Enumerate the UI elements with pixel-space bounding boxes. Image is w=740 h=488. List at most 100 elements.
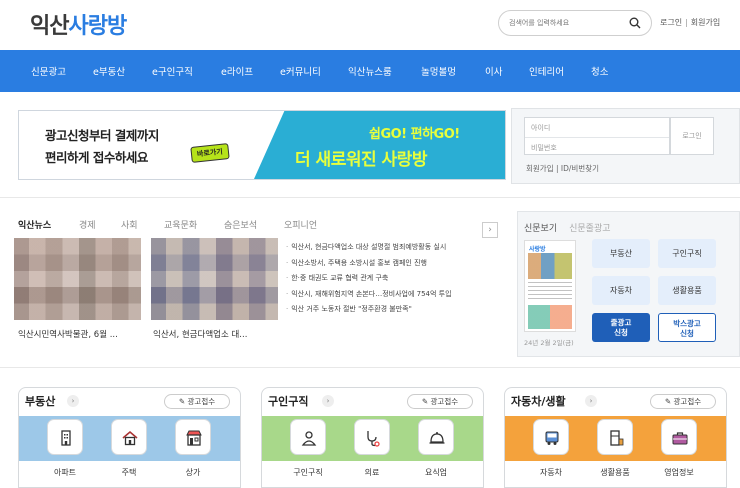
- logo-text-1: 익산: [30, 14, 69, 39]
- person-icon[interactable]: [290, 419, 326, 455]
- news-tabs: 익산뉴스 경제 사회 교육문화 숨은보석 오피니언: [18, 218, 498, 232]
- tab-line-ads[interactable]: 신문줄광고: [569, 224, 610, 234]
- news-thumbnail[interactable]: [151, 238, 278, 320]
- box-title[interactable]: 구인구직: [268, 393, 308, 409]
- headline-item[interactable]: 익산 거주 노동자 절반 "정주환경 불만족": [286, 302, 498, 318]
- nav-item-moving[interactable]: 이사: [485, 64, 502, 78]
- box-title[interactable]: 자동차/생활: [511, 393, 566, 409]
- divider: [0, 197, 740, 198]
- nav-item-cleaning[interactable]: 청소: [591, 64, 608, 78]
- cta-label: 신청: [614, 328, 628, 337]
- divider: [0, 367, 740, 368]
- box-item-label[interactable]: 주택: [99, 467, 159, 478]
- box-title[interactable]: 부동산: [25, 393, 55, 409]
- nav-item-leisure[interactable]: 놀멍볼멍: [421, 64, 456, 78]
- ad-submit-button[interactable]: ✎ 광고접수: [164, 394, 230, 409]
- nav-item-jobs[interactable]: e구인구직: [152, 64, 193, 78]
- search-input[interactable]: [509, 15, 627, 31]
- chevron-right-icon[interactable]: ›: [67, 395, 79, 407]
- newspaper-cover[interactable]: 사랑방: [524, 240, 576, 332]
- cloche-icon[interactable]: [418, 419, 454, 455]
- login-link[interactable]: 로그인: [660, 18, 682, 27]
- tab-economy[interactable]: 경제: [79, 218, 96, 231]
- nav-item-community[interactable]: e커뮤니티: [280, 64, 321, 78]
- chevron-right-icon[interactable]: ›: [322, 395, 334, 407]
- ad-submit-label: 광고접수: [430, 397, 459, 406]
- chevron-right-icon[interactable]: ›: [585, 395, 597, 407]
- issue-date: 24년 2월 2일(금): [524, 339, 574, 347]
- cover-image: [528, 253, 572, 279]
- banner-go-button[interactable]: 바로가기: [190, 143, 230, 163]
- category-jobs[interactable]: 구인구직: [658, 239, 716, 268]
- cover-masthead: 사랑방: [529, 246, 546, 253]
- promo-banner[interactable]: 광고신청부터 결제까지 편리하게 접수하세요 바로가기 쉽GO! 편하GO! 더…: [18, 110, 506, 180]
- ad-submit-button[interactable]: ✎ 광고접수: [650, 394, 716, 409]
- nav-item-newspaper-ad[interactable]: 신문광고: [31, 64, 66, 78]
- box-item-label[interactable]: 아파트: [35, 467, 95, 478]
- category-realestate[interactable]: 부동산: [592, 239, 650, 268]
- box-item-label[interactable]: 요식업: [406, 467, 466, 478]
- category-box-realestate: 부동산 › ✎ 광고접수 아파트 주택 상가: [18, 387, 241, 488]
- id-field[interactable]: 아이디: [525, 118, 669, 137]
- tab-education-culture[interactable]: 교육문화: [164, 218, 197, 231]
- news-caption[interactable]: 익산시민역사박물관, 6월 ...: [18, 328, 145, 340]
- box-item-label[interactable]: 의료: [342, 467, 402, 478]
- nav-item-interior[interactable]: 인테리어: [529, 64, 564, 78]
- headline-item[interactable]: 익산서, 현금다액업소 대상 설명절 범죄예방활동 실시: [286, 240, 498, 256]
- house-icon[interactable]: [111, 419, 147, 455]
- box-item-label[interactable]: 생활용품: [585, 467, 645, 478]
- box-item-label[interactable]: 자동차: [521, 467, 581, 478]
- password-field[interactable]: 비밀번호: [525, 137, 669, 156]
- cta-label: 박스광고: [673, 319, 701, 328]
- site-logo[interactable]: 익산사랑방: [30, 8, 127, 40]
- newspaper-panel: 신문보기 신문줄광고 사랑방 24년 2월 2일(금) 부동산 구인구직 자동차 …: [517, 211, 740, 357]
- cta-label: 줄광고: [610, 318, 632, 327]
- cover-text: [528, 282, 572, 302]
- ad-submit-label: 광고접수: [673, 397, 702, 406]
- tab-opinion[interactable]: 오피니언: [284, 218, 317, 231]
- box-item-label[interactable]: 상가: [163, 467, 223, 478]
- main-nav: 신문광고 e부동산 e구인구직 e라이프 e커뮤니티 익산뉴스룸 놀멍볼멍 이사…: [0, 50, 740, 92]
- tab-society[interactable]: 사회: [121, 218, 138, 231]
- login-button[interactable]: 로그인: [670, 117, 714, 155]
- banner-line-2: 편리하게 접수하세요: [45, 150, 148, 165]
- signup-link[interactable]: 회원가입: [691, 18, 720, 27]
- login-links[interactable]: 회원가입 | ID/비번찾기: [526, 163, 599, 174]
- banner-line-1: 광고신청부터 결제까지: [45, 128, 159, 143]
- search-box: [498, 10, 652, 36]
- appliance-icon[interactable]: [597, 419, 633, 455]
- bus-icon[interactable]: [533, 419, 569, 455]
- tab-hidden-gems[interactable]: 숨은보석: [224, 218, 257, 231]
- separator: |: [685, 18, 688, 27]
- category-car[interactable]: 자동차: [592, 276, 650, 305]
- box-item-label[interactable]: 영업정보: [649, 467, 709, 478]
- line-ad-request-button[interactable]: 줄광고 신청: [592, 313, 650, 342]
- login-panel: 아이디 비밀번호 로그인 회원가입 | ID/비번찾기: [511, 108, 740, 184]
- news-thumbnail[interactable]: [14, 238, 141, 320]
- briefcase-icon[interactable]: [661, 419, 697, 455]
- headline-item[interactable]: 익산소방서, 주택용 소방시설 홍보 캠페인 진행: [286, 256, 498, 272]
- newspaper-tabs: 신문보기 신문줄광고: [524, 221, 623, 234]
- category-box-jobs: 구인구직 › ✎ 광고접수 구인구직 의료 요식업: [261, 387, 484, 488]
- ad-submit-label: 광고접수: [187, 397, 216, 406]
- category-household[interactable]: 생활용품: [658, 276, 716, 305]
- news-next-button[interactable]: ›: [482, 222, 498, 238]
- cta-label: 신청: [680, 329, 694, 338]
- search-icon[interactable]: [629, 17, 641, 29]
- nav-item-life[interactable]: e라이프: [221, 64, 253, 78]
- box-ad-request-button[interactable]: 박스광고 신청: [658, 313, 716, 342]
- tab-view-newspaper[interactable]: 신문보기: [524, 224, 557, 234]
- headline-item[interactable]: 익산시, 재해위험지역 손본다…정비사업에 754억 투입: [286, 287, 498, 303]
- nav-item-newsroom[interactable]: 익산뉴스룸: [348, 64, 392, 78]
- news-caption[interactable]: 익산서, 현금다액업소 대...: [153, 328, 280, 340]
- tab-iksan-news[interactable]: 익산뉴스: [18, 218, 51, 231]
- headline-list: 익산서, 현금다액업소 대상 설명절 범죄예방활동 실시 익산소방서, 주택용 …: [286, 240, 498, 318]
- stethoscope-icon[interactable]: [354, 419, 390, 455]
- apartment-icon[interactable]: [47, 419, 83, 455]
- headline-item[interactable]: 한·중 태권도 교류 협력 관계 구축: [286, 271, 498, 287]
- cover-image: [528, 305, 572, 329]
- box-item-label[interactable]: 구인구직: [278, 467, 338, 478]
- nav-item-realestate[interactable]: e부동산: [93, 64, 125, 78]
- store-icon[interactable]: [175, 419, 211, 455]
- ad-submit-button[interactable]: ✎ 광고접수: [407, 394, 473, 409]
